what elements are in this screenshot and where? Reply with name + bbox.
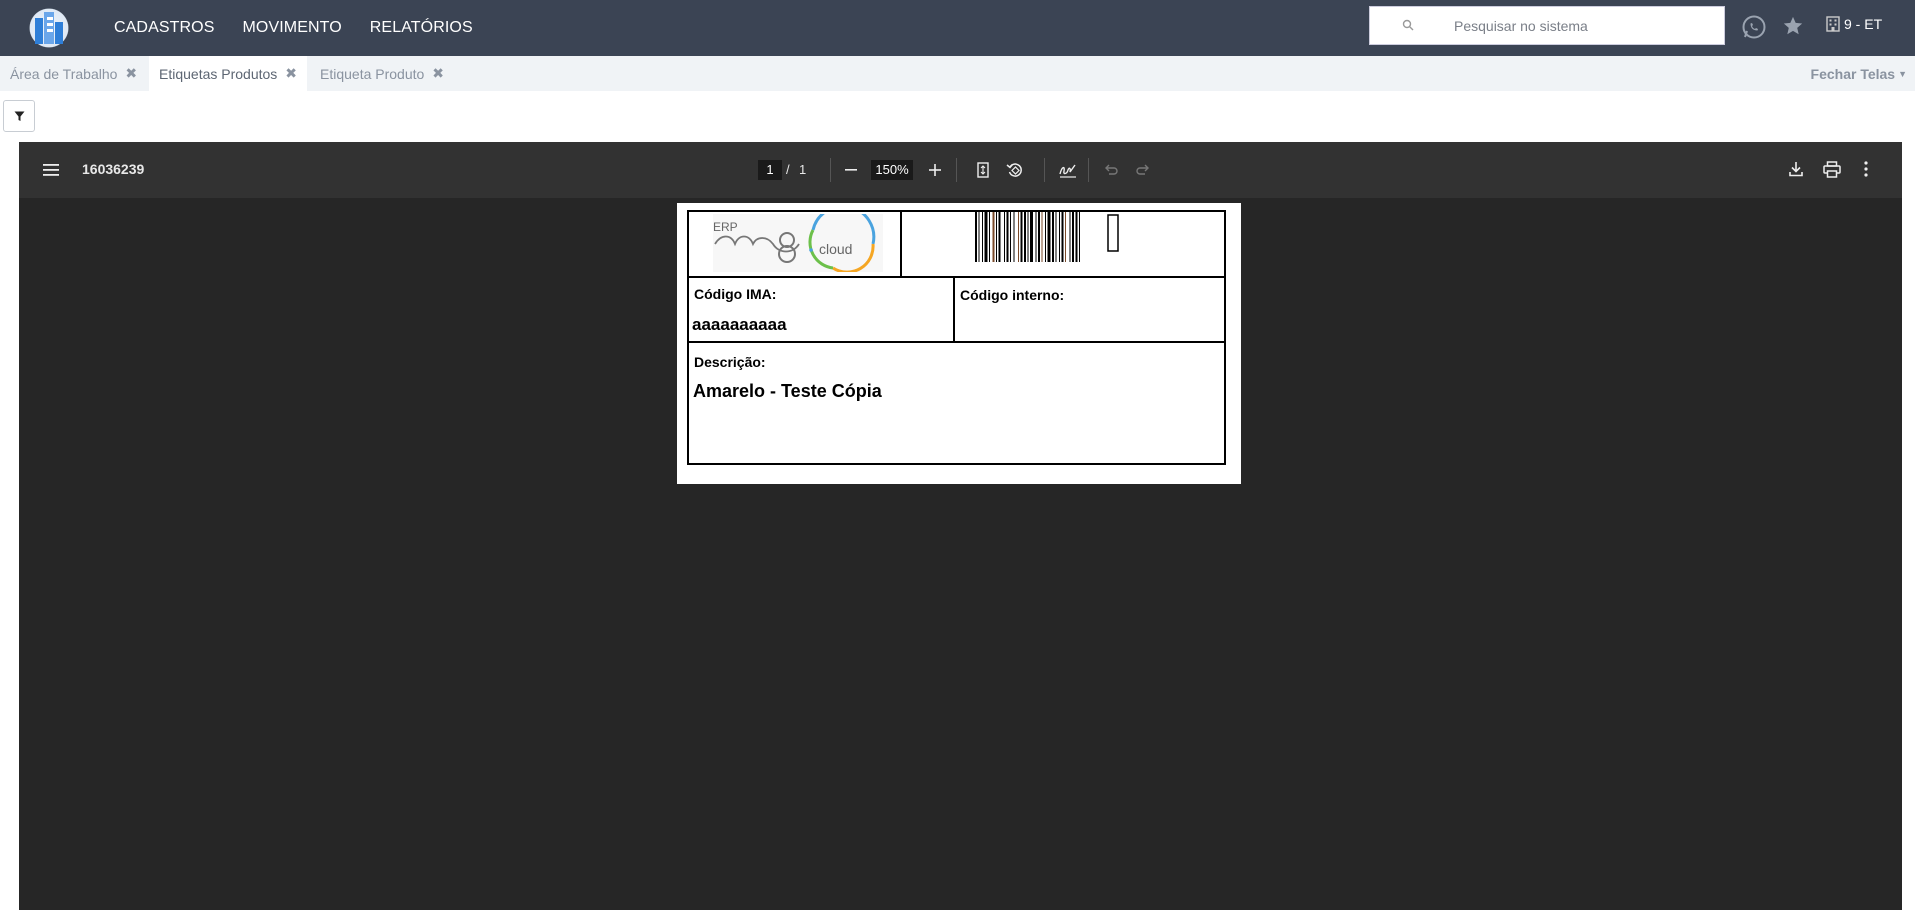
app-logo[interactable] xyxy=(26,6,72,50)
building-icon xyxy=(1826,16,1840,32)
logo-m8-mark xyxy=(714,214,876,272)
menu-relatorios[interactable]: RELATÓRIOS xyxy=(370,19,473,37)
search-box xyxy=(1369,6,1725,45)
search-input[interactable] xyxy=(1454,7,1714,44)
close-screens-dropdown[interactable]: Fechar Telas ▼ xyxy=(1811,56,1907,91)
company-selector[interactable]: 9 - ET xyxy=(1826,16,1882,32)
tab-label: Etiquetas Produtos xyxy=(159,65,278,82)
label-divider xyxy=(953,276,955,341)
label-divider xyxy=(689,276,1224,278)
company-label: 9 - ET xyxy=(1844,16,1883,32)
label-divider xyxy=(900,212,902,276)
erp-m8-cloud-logo: ERP cloud xyxy=(713,214,883,272)
codigo-ima-value: aaaaaaaaaa xyxy=(692,315,787,334)
tab-etiquetas-produtos[interactable]: Etiquetas Produtos ✖ xyxy=(149,56,308,91)
rotate-icon[interactable] xyxy=(1006,161,1024,179)
top-navbar: CADASTROS MOVIMENTO RELATÓRIOS 9 - ET xyxy=(0,0,1915,56)
print-icon[interactable] xyxy=(1823,161,1841,178)
redo-icon[interactable] xyxy=(1136,163,1150,177)
descricao-value: Amarelo - Teste Cópia xyxy=(693,381,882,401)
zoom-level[interactable]: 150% xyxy=(871,160,913,180)
codigo-interno-label: Código interno: xyxy=(960,287,1065,303)
zoom-out-icon[interactable] xyxy=(845,169,857,171)
annotate-icon[interactable] xyxy=(1059,162,1077,178)
page-separator: / xyxy=(786,162,790,177)
codigo-ima-label: Código IMA: xyxy=(694,286,777,302)
document-title: 16036239 xyxy=(82,161,145,177)
page-number-input[interactable]: 1 xyxy=(758,160,782,180)
tab-label: Área de Trabalho xyxy=(10,65,118,82)
undo-icon[interactable] xyxy=(1104,163,1118,177)
tab-label: Etiqueta Produto xyxy=(320,65,425,82)
barcode xyxy=(975,212,1119,262)
download-icon[interactable] xyxy=(1789,161,1803,177)
toolbar-divider xyxy=(1044,158,1045,182)
star-icon[interactable] xyxy=(1782,15,1804,37)
close-icon[interactable]: ✖ xyxy=(432,65,444,82)
main-menu: CADASTROS MOVIMENTO RELATÓRIOS xyxy=(114,0,473,56)
pdf-viewer: 16036239 1 / 1 150% ERP cloud Código IMA… xyxy=(19,142,1902,910)
tab-area-de-trabalho[interactable]: Área de Trabalho ✖ xyxy=(0,56,147,91)
menu-icon[interactable] xyxy=(43,164,59,176)
menu-cadastros[interactable]: CADASTROS xyxy=(114,19,214,37)
filter-button[interactable] xyxy=(3,100,35,132)
menu-movimento[interactable]: MOVIMENTO xyxy=(242,19,341,37)
toolbar-divider xyxy=(956,158,957,182)
toolbar-divider xyxy=(1088,158,1089,182)
search-icon xyxy=(1402,19,1414,31)
more-options-icon[interactable] xyxy=(1864,161,1868,177)
page-total: 1 xyxy=(799,162,807,177)
tab-bar: Área de Trabalho ✖ Etiquetas Produtos ✖ … xyxy=(0,56,1915,91)
whatsapp-icon[interactable] xyxy=(1741,14,1767,40)
close-icon[interactable]: ✖ xyxy=(125,65,137,82)
zoom-in-icon[interactable] xyxy=(929,164,941,176)
filter-icon xyxy=(14,111,24,121)
pdf-page: ERP cloud Código IMA: aaaaaaaaaa Código … xyxy=(677,203,1241,484)
product-label: ERP cloud Código IMA: aaaaaaaaaa Código … xyxy=(687,210,1226,465)
tab-etiqueta-produto[interactable]: Etiqueta Produto ✖ xyxy=(310,56,454,91)
pdf-toolbar: 16036239 1 / 1 150% xyxy=(19,142,1902,198)
toolbar-divider xyxy=(830,158,831,182)
close-screens-label: Fechar Telas xyxy=(1810,65,1896,82)
fit-page-icon[interactable] xyxy=(977,162,989,178)
logo-cloud-text: cloud xyxy=(819,241,853,257)
descricao-label: Descrição: xyxy=(694,354,766,370)
label-divider xyxy=(689,341,1224,343)
close-icon[interactable]: ✖ xyxy=(285,65,297,82)
caret-down-icon: ▼ xyxy=(1898,68,1907,79)
